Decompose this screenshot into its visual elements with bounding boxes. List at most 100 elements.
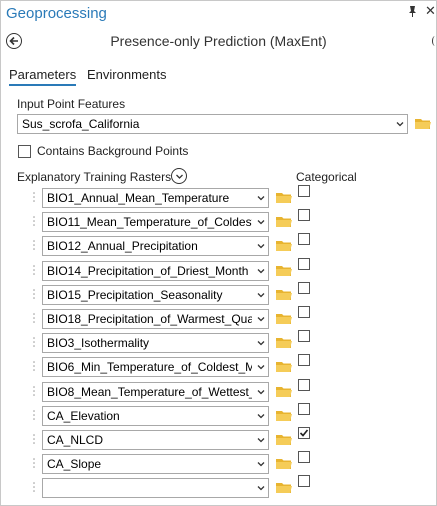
drag-handle-icon[interactable] xyxy=(32,311,38,327)
background-points-checkbox[interactable] xyxy=(18,145,31,158)
raster-row xyxy=(0,475,437,499)
raster-dropdown[interactable]: BIO6_Min_Temperature_of_Coldest_Mc xyxy=(42,357,269,377)
folder-icon[interactable] xyxy=(276,216,292,228)
raster-value: CA_Slope xyxy=(47,457,102,471)
folder-icon[interactable] xyxy=(276,240,292,252)
tab-parameters[interactable]: Parameters xyxy=(9,67,77,86)
chevron-down-icon xyxy=(257,220,265,225)
raster-row: CA_Elevation xyxy=(0,403,437,427)
chevron-down-icon xyxy=(396,122,404,127)
drag-handle-icon[interactable] xyxy=(32,190,38,206)
folder-icon[interactable] xyxy=(276,313,292,325)
drag-handle-icon[interactable] xyxy=(32,480,38,496)
categorical-checkbox[interactable] xyxy=(298,475,310,487)
categorical-checkbox[interactable] xyxy=(298,330,310,342)
folder-icon[interactable] xyxy=(415,118,431,130)
folder-icon[interactable] xyxy=(276,434,292,446)
drag-handle-icon[interactable] xyxy=(32,408,38,424)
categorical-checkbox[interactable] xyxy=(298,282,310,294)
categorical-checkbox[interactable] xyxy=(298,427,310,439)
chevron-down-icon xyxy=(257,269,265,274)
raster-row: CA_Slope xyxy=(0,451,437,475)
raster-value: BIO12_Annual_Precipitation xyxy=(47,239,198,253)
raster-row: BIO11_Mean_Temperature_of_Coldest_ xyxy=(0,209,437,233)
raster-dropdown[interactable]: BIO12_Annual_Precipitation xyxy=(42,236,269,256)
raster-row: CA_NLCD xyxy=(0,427,437,451)
folder-icon[interactable] xyxy=(276,361,292,373)
folder-icon[interactable] xyxy=(276,265,292,277)
categorical-checkbox[interactable] xyxy=(298,354,310,366)
raster-value: BIO15_Precipitation_Seasonality xyxy=(47,288,223,302)
drag-handle-icon[interactable] xyxy=(32,335,38,351)
chevron-down-icon xyxy=(257,317,265,322)
categorical-checkbox[interactable] xyxy=(298,258,310,270)
drag-handle-icon[interactable] xyxy=(32,287,38,303)
chevron-down-icon xyxy=(257,390,265,395)
raster-row: BIO18_Precipitation_of_Warmest_Quar xyxy=(0,306,437,330)
raster-row: BIO1_Annual_Mean_Temperature xyxy=(0,185,437,209)
raster-dropdown[interactable]: BIO14_Precipitation_of_Driest_Month xyxy=(42,261,269,281)
chevron-down-icon xyxy=(257,462,265,467)
pin-icon[interactable] xyxy=(408,6,417,17)
chevron-down-icon xyxy=(257,486,265,491)
raster-row: BIO15_Precipitation_Seasonality xyxy=(0,282,437,306)
folder-icon[interactable] xyxy=(276,386,292,398)
background-points-label: Contains Background Points xyxy=(37,144,189,158)
raster-value: BIO3_Isothermality xyxy=(47,336,150,350)
drag-handle-icon[interactable] xyxy=(32,456,38,472)
raster-dropdown[interactable]: CA_Slope xyxy=(42,454,269,474)
rasters-label: Explanatory Training Rasters xyxy=(17,170,172,184)
drag-handle-icon[interactable] xyxy=(32,263,38,279)
chevron-down-icon xyxy=(257,293,265,298)
raster-dropdown[interactable]: BIO8_Mean_Temperature_of_Wettest_C xyxy=(42,382,269,402)
raster-dropdown[interactable]: BIO11_Mean_Temperature_of_Coldest_ xyxy=(42,212,269,232)
raster-value: BIO1_Annual_Mean_Temperature xyxy=(47,191,230,205)
drag-handle-icon[interactable] xyxy=(32,238,38,254)
raster-dropdown[interactable]: CA_Elevation xyxy=(42,406,269,426)
raster-dropdown[interactable]: BIO18_Precipitation_of_Warmest_Quar xyxy=(42,309,269,329)
categorical-checkbox[interactable] xyxy=(298,209,310,221)
raster-value: BIO6_Min_Temperature_of_Coldest_Mc xyxy=(47,360,252,374)
raster-value: BIO8_Mean_Temperature_of_Wettest_C xyxy=(47,385,252,399)
folder-icon[interactable] xyxy=(276,192,292,204)
folder-icon[interactable] xyxy=(276,482,292,494)
drag-handle-icon[interactable] xyxy=(32,432,38,448)
raster-row: BIO12_Annual_Precipitation xyxy=(0,233,437,257)
categorical-checkbox[interactable] xyxy=(298,185,310,197)
folder-icon[interactable] xyxy=(276,410,292,422)
raster-dropdown[interactable]: BIO15_Precipitation_Seasonality xyxy=(42,285,269,305)
chevron-down-icon xyxy=(257,244,265,249)
raster-value: BIO11_Mean_Temperature_of_Coldest_ xyxy=(47,215,252,229)
raster-dropdown[interactable]: CA_NLCD xyxy=(42,430,269,450)
drag-handle-icon[interactable] xyxy=(32,384,38,400)
categorical-checkbox[interactable] xyxy=(298,403,310,415)
categorical-checkbox[interactable] xyxy=(298,451,310,463)
checkmark-icon xyxy=(299,429,309,437)
categorical-checkbox[interactable] xyxy=(298,306,310,318)
folder-icon[interactable] xyxy=(276,337,292,349)
chevron-down-icon xyxy=(257,438,265,443)
input-point-features-dropdown[interactable]: Sus_scrofa_California xyxy=(17,114,408,134)
input-point-features-label: Input Point Features xyxy=(17,97,126,111)
raster-dropdown[interactable]: BIO1_Annual_Mean_Temperature xyxy=(42,188,269,208)
drag-handle-icon[interactable] xyxy=(32,359,38,375)
pane-title-bar: Geoprocessing ✕ xyxy=(0,0,436,28)
categorical-checkbox[interactable] xyxy=(298,233,310,245)
expand-rasters-button[interactable] xyxy=(171,168,187,184)
tab-environments[interactable]: Environments xyxy=(87,67,166,82)
chevron-down-icon xyxy=(257,365,265,370)
pane-title: Geoprocessing xyxy=(6,5,107,22)
folder-icon[interactable] xyxy=(276,289,292,301)
raster-value: BIO18_Precipitation_of_Warmest_Quar xyxy=(47,312,252,326)
close-icon[interactable]: ✕ xyxy=(425,3,436,19)
chevron-down-icon xyxy=(175,174,183,179)
folder-icon[interactable] xyxy=(276,458,292,470)
drag-handle-icon[interactable] xyxy=(32,214,38,230)
raster-dropdown[interactable]: BIO3_Isothermality xyxy=(42,333,269,353)
tool-title: Presence-only Prediction (MaxEnt) xyxy=(110,33,327,49)
categorical-checkbox[interactable] xyxy=(298,379,310,391)
raster-dropdown[interactable] xyxy=(42,478,269,498)
truncated-icon xyxy=(432,36,437,46)
chevron-down-icon xyxy=(257,414,265,419)
raster-row: BIO14_Precipitation_of_Driest_Month xyxy=(0,258,437,282)
